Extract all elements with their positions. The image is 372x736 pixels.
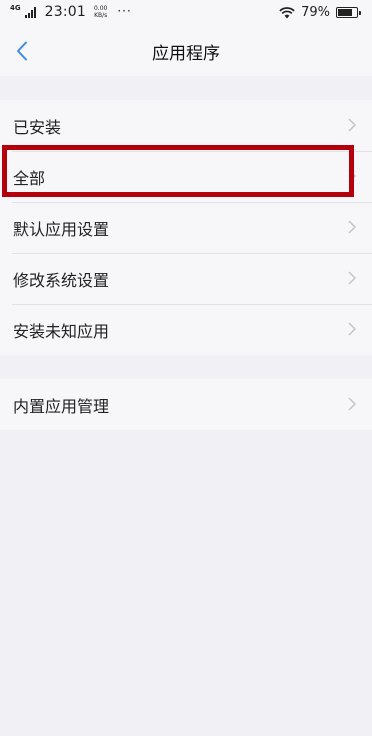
menu-item-install-unknown-apps[interactable]: 安装未知应用	[0, 304, 372, 355]
battery-level-fill	[338, 9, 353, 16]
menu-item-default-apps[interactable]: 默认应用设置	[0, 202, 372, 253]
status-bar: 4G 23:01 0.00 KB/s ··· 79%	[0, 0, 372, 26]
status-right: 79%	[279, 5, 361, 20]
page-title: 应用程序	[152, 44, 220, 64]
menu-item-builtin-app-management[interactable]: 内置应用管理	[0, 379, 372, 430]
menu-item-label: 安装未知应用	[13, 321, 110, 341]
menu-item-installed[interactable]: 已安装	[0, 100, 372, 151]
network-type-label: 4G	[10, 3, 21, 12]
app-settings-list: 已安装 全部 默认应用设置 修改系统设置 安装未知应用	[0, 100, 372, 355]
menu-item-label: 内置应用管理	[13, 396, 110, 416]
chevron-right-icon	[348, 220, 356, 234]
wifi-icon	[279, 6, 295, 19]
title-bar: 应用程序	[0, 26, 372, 76]
menu-item-label: 全部	[13, 168, 46, 188]
chevron-right-icon	[348, 169, 356, 183]
signal-strength-icon	[24, 6, 39, 18]
network-speed-value: 0.00	[93, 5, 108, 12]
menu-item-label: 已安装	[13, 117, 62, 137]
builtin-apps-list: 内置应用管理	[0, 379, 372, 430]
chevron-right-icon	[348, 271, 356, 285]
menu-item-modify-system-settings[interactable]: 修改系统设置	[0, 253, 372, 304]
menu-item-label: 默认应用设置	[13, 219, 110, 239]
network-speed: 0.00 KB/s	[94, 5, 107, 19]
more-notifications-icon: ···	[117, 4, 132, 18]
battery-icon	[336, 7, 361, 18]
clock: 23:01	[44, 4, 86, 20]
battery-percent: 79%	[301, 5, 330, 20]
menu-item-all[interactable]: 全部	[0, 151, 372, 202]
chevron-right-icon	[348, 118, 356, 132]
status-left: 4G 23:01 0.00 KB/s ···	[10, 4, 132, 20]
menu-item-label: 修改系统设置	[13, 270, 110, 290]
chevron-right-icon	[348, 322, 356, 336]
chevron-right-icon	[348, 397, 356, 411]
network-speed-unit: KB/s	[94, 12, 108, 19]
